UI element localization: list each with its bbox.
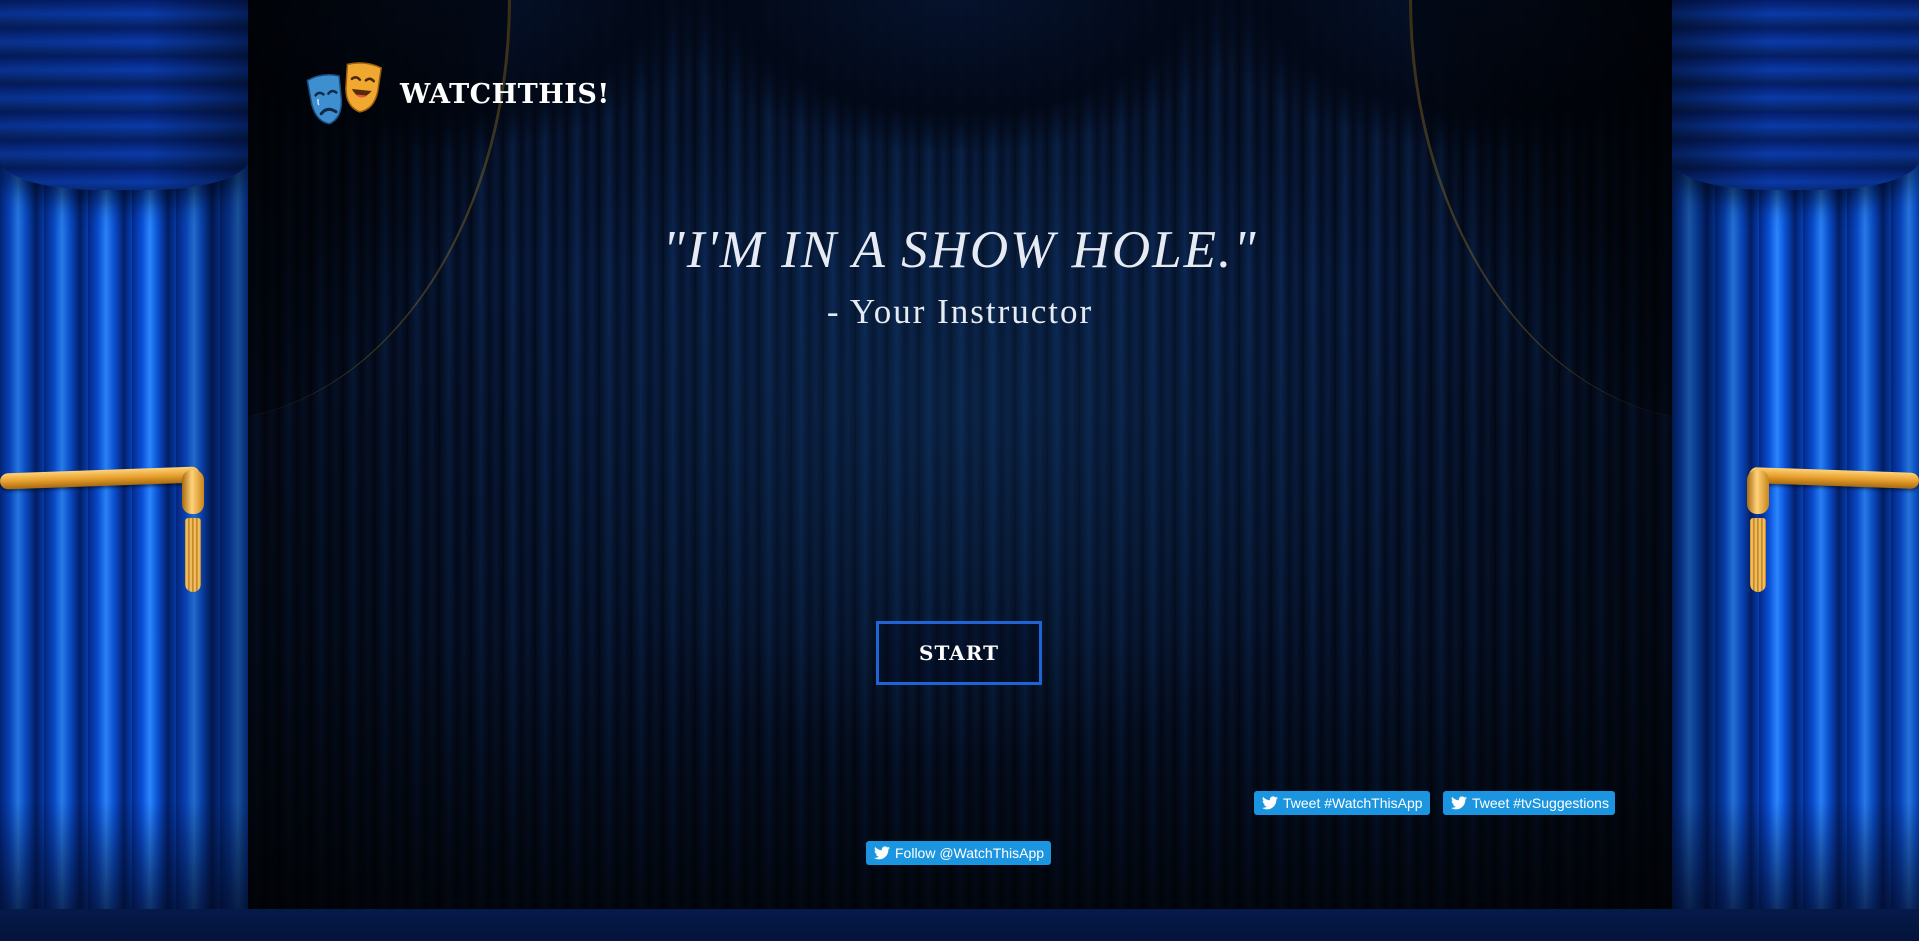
left-side-curtain <box>0 0 248 941</box>
landing-page: WATCHTHIS! "I'M IN A SHOW HOLE." - Your … <box>0 0 1919 941</box>
hero-quote: "I'M IN A SHOW HOLE." <box>662 221 1258 279</box>
tweet-tvsuggestions-button[interactable]: Tweet #tvSuggestions <box>1443 791 1615 815</box>
follow-watchthisapp-label: Follow @WatchThisApp <box>895 845 1045 861</box>
tweet-tvsuggestions-label: Tweet #tvSuggestions <box>1472 795 1609 811</box>
start-button[interactable]: START <box>876 621 1042 685</box>
right-side-curtain <box>1671 0 1919 941</box>
tweet-watchthisapp-button[interactable]: Tweet #WatchThisApp <box>1254 791 1430 815</box>
twitter-bird-icon <box>1451 796 1467 810</box>
left-tassel <box>182 470 204 600</box>
stage-floor <box>0 909 1919 941</box>
right-tassel <box>1747 470 1769 600</box>
quote-attribution: - Your Instructor <box>826 292 1094 331</box>
follow-watchthisapp-button[interactable]: Follow @WatchThisApp <box>866 841 1051 865</box>
stage-background <box>248 0 1672 909</box>
twitter-bird-icon <box>874 846 890 860</box>
app-name: WATCHTHIS! <box>400 78 610 110</box>
twitter-bird-icon <box>1262 796 1278 810</box>
theater-masks-icon <box>306 62 386 126</box>
tweet-watchthisapp-label: Tweet #WatchThisApp <box>1283 795 1423 811</box>
app-logo[interactable]: WATCHTHIS! <box>306 62 610 126</box>
